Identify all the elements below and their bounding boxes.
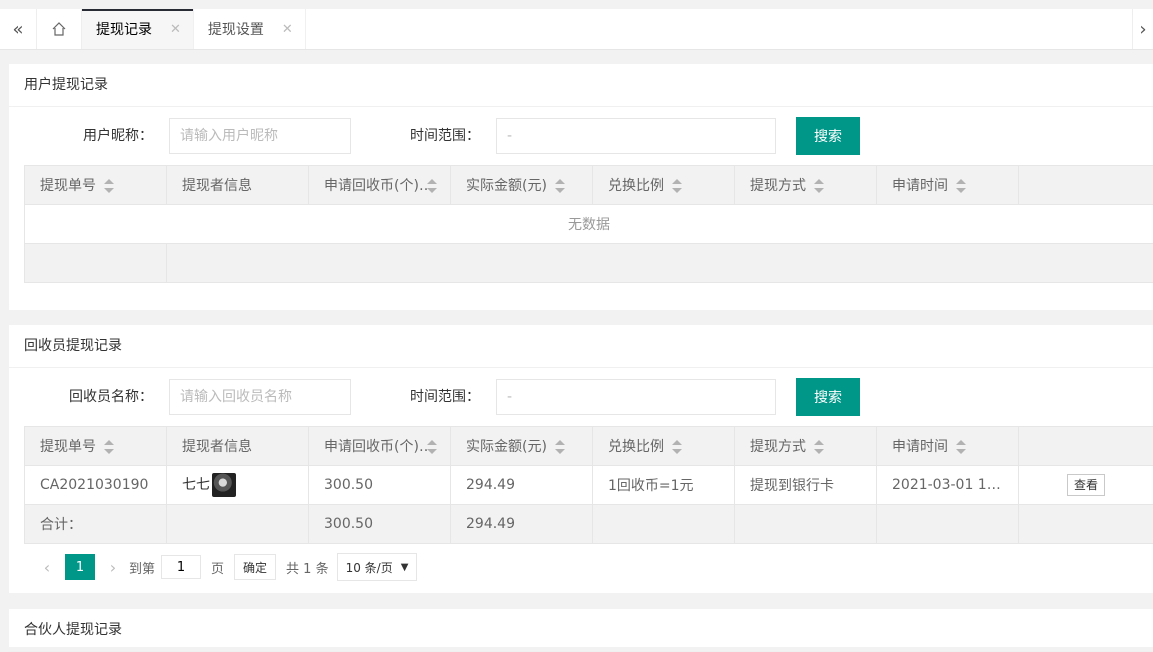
time-range-input[interactable] (496, 118, 776, 154)
col-ratio[interactable]: 兑换比例 (593, 166, 735, 205)
home-icon[interactable] (37, 9, 82, 49)
col-ratio[interactable]: 兑换比例 (593, 427, 735, 466)
sort-icon[interactable] (104, 179, 114, 193)
col-method[interactable]: 提现方式 (735, 166, 877, 205)
col-time[interactable]: 申请时间 (877, 427, 1019, 466)
tab-bar: « 提现记录 ✕ 提现设置 ✕ › (0, 9, 1153, 50)
table-header-row: 提现单号 提现者信息 申请回收币(个) 实际金额(元) 兑换比例 提现方式 申请… (25, 166, 1153, 205)
sort-icon[interactable] (104, 440, 114, 454)
nickname-input[interactable] (169, 118, 351, 154)
empty-text: 无数据 (25, 205, 1153, 244)
pagination: ‹ 1 › 到第 页 确定 共 1 条 10 条/页 ▼ (37, 553, 417, 581)
search-form: 用户昵称： 时间范围： 搜索 (9, 107, 1153, 165)
col-amount[interactable]: 实际金额(元) (451, 166, 593, 205)
user-records-table: 提现单号 提现者信息 申请回收币(个) 实际金额(元) 兑换比例 提现方式 申请… (24, 165, 1153, 283)
col-info: 提现者信息 (167, 427, 309, 466)
time-range-input[interactable] (496, 379, 776, 415)
caret-down-icon: ▼ (401, 562, 409, 573)
table-row: CA2021030190 七七 300.50 294.49 1回收币=1元 提现… (25, 466, 1153, 505)
page-size-value: 10 条/页 (346, 559, 393, 576)
amount-value: 294.49 (451, 466, 593, 505)
table-header-row: 提现单号 提现者信息 申请回收币(个) 实际金额(元) 兑换比例 提现方式 申请… (25, 427, 1153, 466)
page-size-select[interactable]: 10 条/页 ▼ (337, 553, 418, 581)
coins-value: 300.50 (309, 466, 451, 505)
col-method[interactable]: 提现方式 (735, 427, 877, 466)
table-footer-row (25, 244, 1153, 283)
sort-icon[interactable] (956, 179, 966, 193)
tab-withdraw-settings[interactable]: 提现设置 ✕ (194, 9, 306, 49)
sort-icon[interactable] (814, 440, 824, 454)
col-time[interactable]: 申请时间 (877, 166, 1019, 205)
recycler-records-table: 提现单号 提现者信息 申请回收币(个) 实际金额(元) 兑换比例 提现方式 申请… (24, 426, 1153, 544)
view-button[interactable]: 查看 (1067, 474, 1105, 496)
sort-icon[interactable] (672, 179, 682, 193)
tab-label: 提现记录 (96, 19, 152, 39)
total-row: 合计： 300.50 294.49 (25, 505, 1153, 544)
page-unit-label: 页 (211, 558, 224, 577)
chevron-right-icon[interactable]: › (1132, 9, 1153, 49)
order-no: CA2021030190 (25, 466, 167, 505)
tab-label: 提现设置 (208, 19, 264, 39)
ratio-value: 1回收币=1元 (593, 466, 735, 505)
col-coins[interactable]: 申请回收币(个) (309, 427, 451, 466)
col-action (1019, 166, 1153, 205)
col-amount[interactable]: 实际金额(元) (451, 427, 593, 466)
sort-icon[interactable] (672, 440, 682, 454)
method-value: 提现到银行卡 (735, 466, 877, 505)
col-info: 提现者信息 (167, 166, 309, 205)
nickname-label: 用户昵称： (83, 117, 153, 155)
tab-withdraw-records[interactable]: 提现记录 ✕ (82, 9, 194, 49)
sort-icon[interactable] (555, 440, 565, 454)
col-order-no[interactable]: 提现单号 (25, 166, 167, 205)
next-page-icon[interactable]: › (103, 558, 123, 577)
col-action (1019, 427, 1153, 466)
search-button[interactable]: 搜索 (796, 117, 860, 155)
total-coins: 300.50 (309, 505, 451, 544)
chevrons-left-icon[interactable]: « (0, 9, 37, 49)
confirm-button[interactable]: 确定 (234, 554, 276, 580)
recycler-withdraw-card: 回收员提现记录 回收员名称： 时间范围： 搜索 提现单号 提现者信息 申请回收币… (9, 325, 1153, 593)
search-button[interactable]: 搜索 (796, 378, 860, 416)
col-order-no[interactable]: 提现单号 (25, 427, 167, 466)
time-value: 2021-03-01 11:35 (877, 466, 1019, 505)
withdrawer-name: 七七 (182, 477, 210, 493)
partner-withdraw-card: 合伙人提现记录 (9, 609, 1153, 647)
sort-icon[interactable] (555, 179, 565, 193)
prev-page-icon[interactable]: ‹ (37, 558, 57, 577)
recycler-name-input[interactable] (169, 379, 351, 415)
page-jump-input[interactable] (161, 555, 201, 579)
sort-icon[interactable] (956, 440, 966, 454)
close-icon[interactable]: ✕ (282, 22, 293, 37)
sort-icon[interactable] (814, 179, 824, 193)
withdrawer-info: 七七 (167, 466, 309, 505)
close-icon[interactable]: ✕ (170, 22, 181, 37)
total-label: 合计： (25, 505, 167, 544)
card-title: 回收员提现记录 (9, 325, 1153, 368)
col-coins[interactable]: 申请回收币(个) (309, 166, 451, 205)
time-range-label: 时间范围： (410, 117, 480, 155)
user-withdraw-card: 用户提现记录 用户昵称： 时间范围： 搜索 提现单号 提现者信息 申请回收币(个… (9, 64, 1153, 310)
avatar (212, 473, 236, 497)
card-title: 用户提现记录 (9, 64, 1153, 107)
search-form: 回收员名称： 时间范围： 搜索 (9, 368, 1153, 426)
goto-label: 到第 (129, 558, 155, 577)
total-count: 共 1 条 (286, 558, 329, 577)
total-amount: 294.49 (451, 505, 593, 544)
action-cell: 查看 (1019, 466, 1153, 505)
current-page[interactable]: 1 (65, 554, 95, 580)
time-range-label: 时间范围： (410, 378, 480, 416)
empty-row: 无数据 (25, 205, 1153, 244)
recycler-name-label: 回收员名称： (69, 378, 153, 416)
card-title: 合伙人提现记录 (9, 609, 1153, 652)
